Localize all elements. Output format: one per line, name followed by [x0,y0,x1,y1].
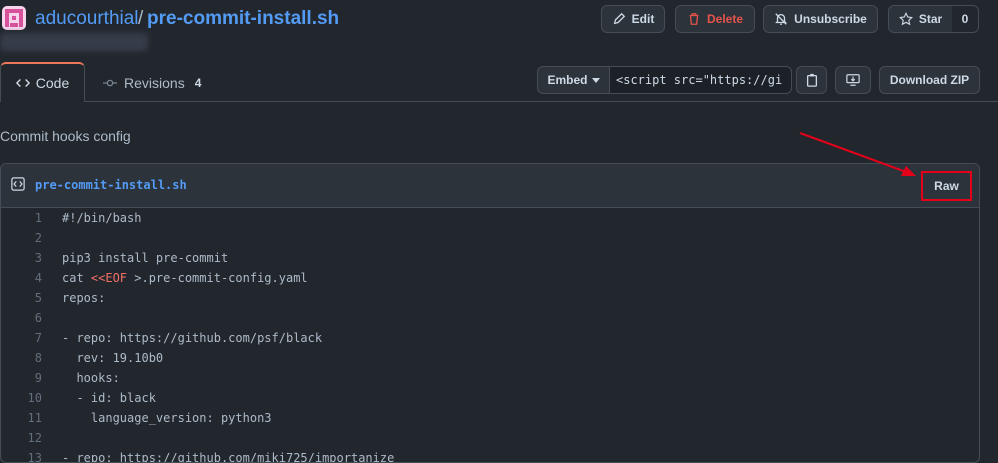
line-number[interactable]: 1 [1,208,42,228]
gist-title-link[interactable]: pre-commit-install.sh [147,8,339,30]
gist-description: Commit hooks config [0,128,131,144]
trash-icon [689,13,699,25]
code-icon [15,79,30,87]
embed-group: Embed <script src="https://gi [537,66,792,94]
open-desktop-button[interactable] [835,66,871,94]
title-separator: / [138,8,144,29]
heredoc-keyword: <<EOF [90,271,128,285]
line-number[interactable]: 6 [1,308,42,328]
line-content: hooks: [62,371,120,385]
download-zip-label: Download ZIP [889,73,970,87]
bell-slash-icon [775,13,788,25]
avatar[interactable] [2,6,26,30]
delete-label: Delete [706,12,744,26]
caret-down-icon [591,78,600,83]
line-number[interactable]: 7 [1,328,42,348]
line-number[interactable]: 12 [1,428,42,448]
line-content: rev: 19.10b0 [62,351,164,365]
tab-code-label: Code [35,75,70,91]
pencil-icon [613,12,625,25]
line-number[interactable]: 11 [1,408,42,428]
tabs-divider [0,101,998,102]
owner-link[interactable]: aducourthial [35,8,139,30]
line-content: - id: black [62,391,156,405]
file-box: pre-commit-install.sh Raw 1 #!/bin/bash 2 3… [0,163,980,463]
line-number[interactable]: 5 [1,288,42,308]
unsubscribe-label: Unsubscribe [794,12,867,26]
tab-revisions-label: Revisions [124,75,185,91]
revisions-count: 4 [194,76,202,90]
line-content: - repo: https://github.com/miki725/impor… [62,451,395,463]
line-number[interactable]: 3 [1,248,42,268]
edit-button[interactable]: Edit [601,5,665,33]
line-number[interactable]: 10 [1,388,42,408]
star-label: Star [918,12,943,26]
line-number[interactable]: 2 [1,228,42,248]
star-icon [898,12,913,26]
desktop-download-icon [846,74,860,86]
git-commit-icon [103,79,117,87]
code-line: 11 language_version: python3 [1,408,979,428]
unsubscribe-button[interactable]: Unsubscribe [763,5,878,33]
tab-revisions[interactable]: Revisions 4 [102,66,201,100]
line-content: language_version: python3 [62,411,272,425]
code-line: 6 [1,308,979,328]
code-line: 1 #!/bin/bash [1,208,979,228]
raw-label: Raw [934,179,959,193]
code-line: 4 cat <<EOF >.pre-commit-config.yaml [1,268,979,288]
code-line: 7 - repo: https://github.com/psf/black [1,328,979,348]
line-content: - repo: https://github.com/psf/black [62,331,323,345]
star-count: 0 [952,5,979,33]
file-code-icon [11,177,25,191]
star-button[interactable]: Star [888,5,953,33]
identicon-icon [5,9,23,27]
line-content: cat <<EOF >.pre-commit-config.yaml [62,271,308,285]
code-line: 5 repos: [1,288,979,308]
edit-label: Edit [631,12,655,26]
code-listing: 1 #!/bin/bash 2 3 pip3 install pre-commit 4 ca… [1,208,979,463]
code-line: 2 [1,228,979,248]
file-name-link[interactable]: pre-commit-install.sh [35,178,187,192]
embed-url-field[interactable]: <script src="https://gi [610,66,792,94]
clipboard-icon [806,73,817,87]
file-header: pre-commit-install.sh Raw [1,164,979,208]
copy-button[interactable] [796,66,827,94]
line-number[interactable]: 8 [1,348,42,368]
code-line: 10 - id: black [1,388,979,408]
code-line: 13 - repo: https://github.com/miki725/imp… [1,448,979,463]
raw-button[interactable]: Raw [921,171,972,201]
download-zip-button[interactable]: Download ZIP [879,66,980,94]
embed-label: Embed [547,73,588,87]
tab-code[interactable]: Code [0,62,85,102]
code-line: 9 hooks: [1,368,979,388]
code-line: 12 [1,428,979,448]
blurred-subtitle [0,33,148,51]
line-content: #!/bin/bash [62,211,142,225]
line-number[interactable]: 13 [1,448,42,462]
line-number[interactable]: 4 [1,268,42,288]
line-content: repos: [62,291,106,305]
delete-button[interactable]: Delete [675,5,755,33]
line-number[interactable]: 9 [1,368,42,388]
line-content: pip3 install pre-commit [62,251,229,265]
code-line: 3 pip3 install pre-commit [1,248,979,268]
embed-dropdown[interactable]: Embed [537,66,610,94]
code-line: 8 rev: 19.10b0 [1,348,979,368]
